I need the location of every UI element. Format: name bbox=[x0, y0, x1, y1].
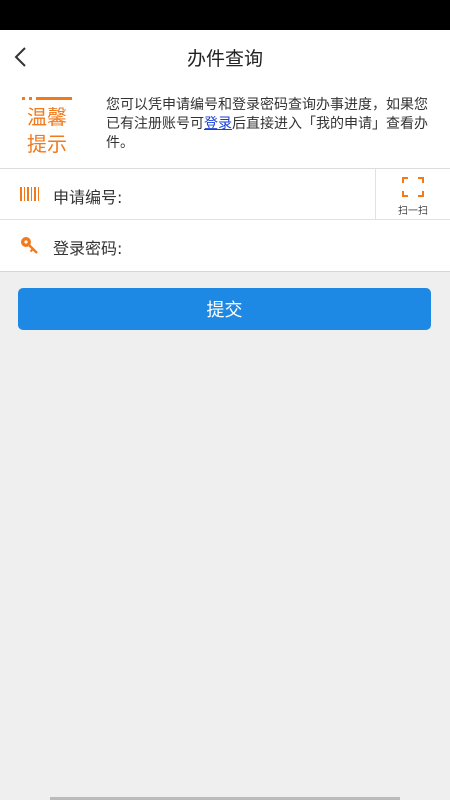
tip-text: 您可以凭申请编号和登录密码查询办事进度，如果您已有注册账号可登录后直接进入「我的… bbox=[106, 96, 436, 153]
apply-number-label: 申请编号: bbox=[53, 188, 123, 207]
tip-logo-line2: 提示 bbox=[27, 132, 67, 156]
password-label: 登录密码: bbox=[53, 239, 123, 258]
login-link[interactable]: 登录 bbox=[204, 116, 232, 132]
status-bar bbox=[0, 0, 450, 30]
key-icon bbox=[21, 237, 38, 254]
barcode-icon bbox=[20, 187, 39, 201]
password-row: 登录密码: bbox=[0, 220, 450, 270]
tip-logo-line1: 温馨 bbox=[27, 105, 67, 129]
apply-number-row: 申请编号: 扫一扫 bbox=[0, 169, 450, 220]
warm-tip-logo: 温馨 提示 bbox=[22, 97, 72, 156]
scan-button[interactable]: 扫一扫 bbox=[375, 169, 450, 219]
submit-button[interactable]: 提交 bbox=[18, 288, 431, 330]
page-title: 办件查询 bbox=[186, 48, 263, 70]
password-input[interactable] bbox=[140, 230, 374, 262]
scan-label: 扫一扫 bbox=[398, 206, 428, 217]
query-form: 申请编号: 扫一扫 登录密码: bbox=[0, 168, 450, 272]
apply-number-input[interactable] bbox=[140, 179, 374, 211]
nav-bar: 办件查询 bbox=[0, 30, 450, 84]
scan-icon bbox=[402, 177, 424, 197]
tip-panel: 温馨 提示 您可以凭申请编号和登录密码查询办事进度，如果您已有注册账号可登录后直… bbox=[0, 84, 450, 168]
